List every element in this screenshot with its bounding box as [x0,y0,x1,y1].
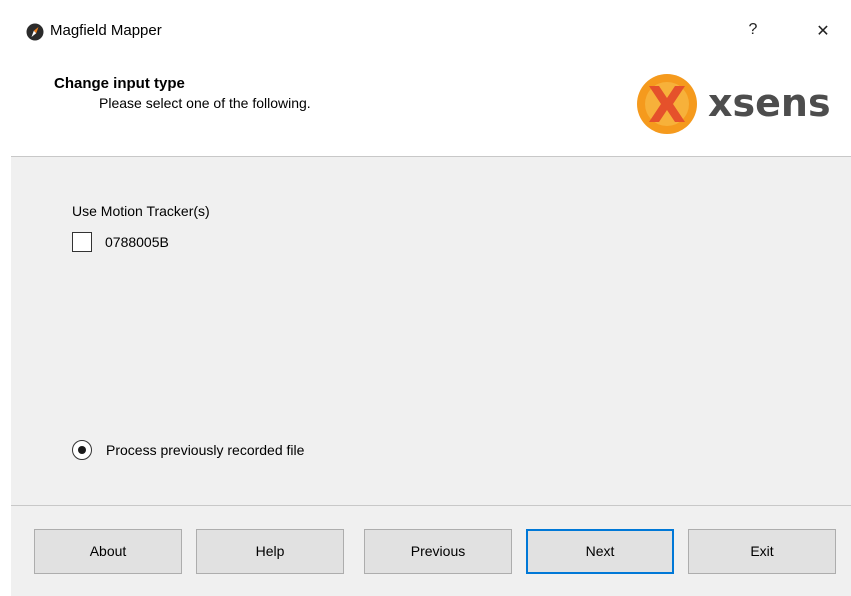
about-button[interactable]: About [34,529,182,574]
close-icon: ✕ [816,23,830,40]
tracker-option[interactable]: 0788005B [72,232,252,256]
help-title-button[interactable]: ? [725,10,781,54]
next-button[interactable]: Next [526,529,674,574]
recorded-file-label[interactable]: Process previously recorded file [106,442,304,458]
recorded-file-radio[interactable] [72,440,92,460]
previous-button[interactable]: Previous [364,529,512,574]
trackers-label: Use Motion Tracker(s) [72,203,210,219]
footer-divider [11,505,851,506]
wizard-window: Magfield Mapper ? ✕ Change input type Pl… [11,10,851,596]
tracker-id-label[interactable]: 0788005B [105,234,169,250]
wizard-header: Change input type Please select one of t… [11,54,851,157]
question-icon: ? [748,21,758,38]
xsens-wordmark: xsens [708,81,831,125]
compass-icon [26,23,44,41]
page-subtitle: Please select one of the following. [99,95,311,111]
help-button[interactable]: Help [196,529,344,574]
recorded-file-option[interactable]: Process previously recorded file [72,439,372,463]
xsens-logo-icon [637,74,697,134]
close-button[interactable]: ✕ [795,10,851,54]
page-title: Change input type [54,75,185,92]
xsens-logo: xsens [635,71,851,137]
exit-button[interactable]: Exit [688,529,836,574]
title-bar[interactable]: Magfield Mapper ? ✕ [11,10,851,54]
radio-selected-dot [78,446,86,454]
tracker-checkbox[interactable] [72,232,92,252]
window-title: Magfield Mapper [50,22,162,39]
